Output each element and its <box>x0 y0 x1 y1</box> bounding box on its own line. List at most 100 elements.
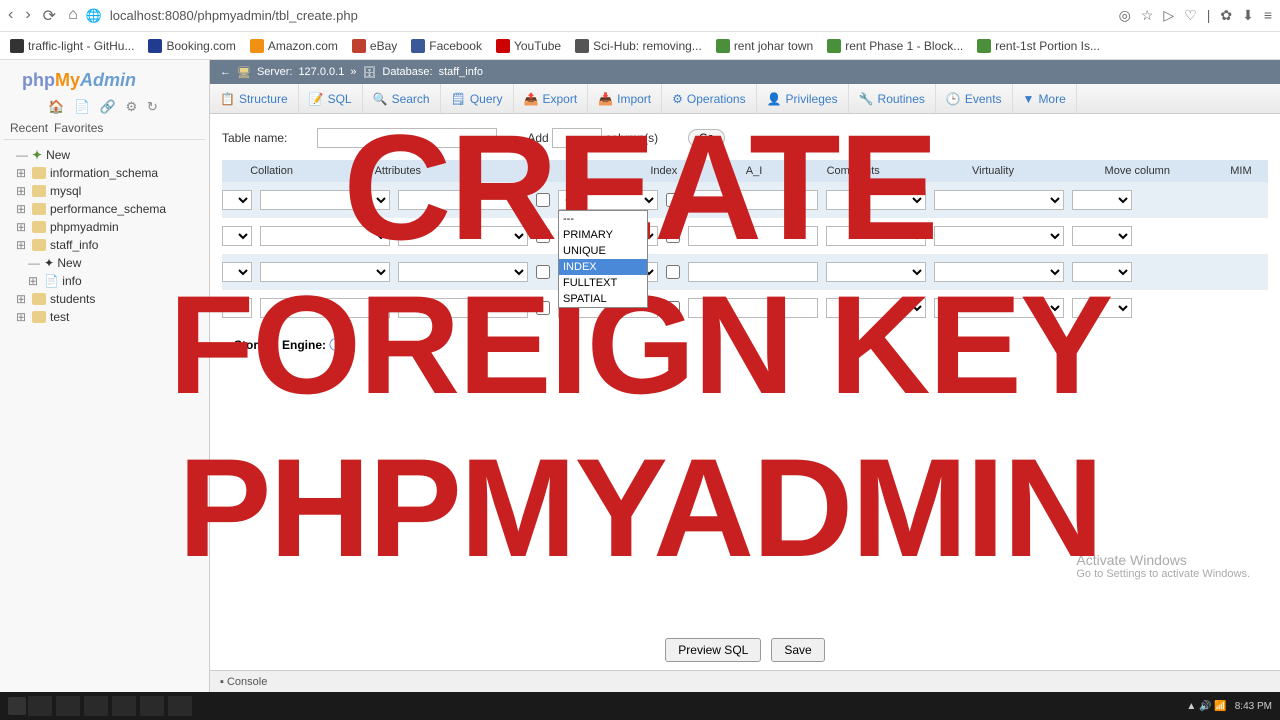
go-button[interactable]: Go <box>688 129 725 147</box>
collation-select[interactable] <box>222 226 252 246</box>
add-columns-input[interactable] <box>552 128 602 148</box>
tree-database[interactable]: ⊞phpmyadmin <box>8 218 201 236</box>
url-text[interactable]: localhost:8080/phpmyadmin/tbl_create.php <box>110 8 358 23</box>
reload-icon[interactable]: ⟳ <box>43 6 56 26</box>
tab-query[interactable]: 🗒Query <box>441 84 514 113</box>
bookmark-item[interactable]: Booking.com <box>148 39 235 53</box>
ai-checkbox[interactable] <box>666 193 680 207</box>
tab-events[interactable]: 🕒Events <box>936 84 1013 113</box>
heart-icon[interactable]: ♡ <box>1184 7 1197 24</box>
home-icon[interactable]: ⌂ <box>68 6 78 26</box>
breadcrumb-database[interactable]: staff_info <box>439 66 483 78</box>
console-bar[interactable]: ▪ Console <box>210 670 1280 692</box>
collation-select[interactable] <box>260 226 390 246</box>
bookmark-item[interactable]: rent-1st Portion Is... <box>977 39 1100 53</box>
bookmark-item[interactable]: rent johar town <box>716 39 813 53</box>
index-option[interactable]: FULLTEXT <box>559 275 647 291</box>
collation-select[interactable] <box>260 298 390 318</box>
attributes-select[interactable] <box>398 298 528 318</box>
collation-select[interactable] <box>222 262 252 282</box>
clock[interactable]: 8:43 PM <box>1235 701 1272 712</box>
move-column-select[interactable] <box>934 226 1064 246</box>
table-name-input[interactable] <box>317 128 497 148</box>
tree-database[interactable]: ⊞students <box>8 290 201 308</box>
virtuality-select[interactable] <box>826 226 926 246</box>
bookmark-item[interactable]: rent Phase 1 - Block... <box>827 39 963 53</box>
save-button[interactable]: Save <box>771 638 824 662</box>
tab-search[interactable]: 🔍Search <box>363 84 441 113</box>
comments-input[interactable] <box>688 262 818 282</box>
tab-privileges[interactable]: 👤Privileges <box>757 84 849 113</box>
tree-database[interactable]: ⊞test <box>8 308 201 326</box>
task-icon[interactable] <box>84 696 108 716</box>
tree-table[interactable]: —✦ New <box>8 254 201 272</box>
tab-import[interactable]: 📥Import <box>588 84 662 113</box>
virtuality-select[interactable] <box>826 190 926 210</box>
tab-routines[interactable]: 🔧Routines <box>849 84 936 113</box>
comments-input[interactable] <box>688 190 818 210</box>
tree-database[interactable]: ⊞mysql <box>8 182 201 200</box>
ai-checkbox[interactable] <box>666 301 680 315</box>
null-checkbox[interactable] <box>536 301 550 315</box>
sidebar-tab-recent[interactable]: Recent <box>10 121 48 135</box>
tree-table[interactable]: ⊞📄 info <box>8 272 201 290</box>
bookmark-item[interactable]: Amazon.com <box>250 39 338 53</box>
menu-icon[interactable]: ≡ <box>1264 7 1272 24</box>
move-column-select[interactable] <box>934 190 1064 210</box>
comments-input[interactable] <box>688 298 818 318</box>
ai-checkbox[interactable] <box>666 229 680 243</box>
bookmark-item[interactable]: traffic-light - GitHu... <box>10 39 134 53</box>
tree-database[interactable]: ⊞information_schema <box>8 164 201 182</box>
camera-icon[interactable]: ◎ <box>1119 7 1131 24</box>
bookmark-item[interactable]: eBay <box>352 39 397 53</box>
tab-export[interactable]: 📤Export <box>514 84 589 113</box>
index-option[interactable]: SPATIAL <box>559 291 647 307</box>
tab-operations[interactable]: ⚙Operations <box>662 84 756 113</box>
tab-structure[interactable]: 📋Structure <box>210 84 299 113</box>
star-icon[interactable]: ☆ <box>1141 7 1154 24</box>
tab-more[interactable]: ▼More <box>1013 84 1077 113</box>
preview-sql-button[interactable]: Preview SQL <box>665 638 761 662</box>
tree-database[interactable]: ⊞performance_schema <box>8 200 201 218</box>
null-checkbox[interactable] <box>536 265 550 279</box>
tree-database[interactable]: ⊞staff_info <box>8 236 201 254</box>
forward-icon[interactable]: › <box>25 6 30 26</box>
tree-new[interactable]: —✦New <box>8 146 201 164</box>
index-option[interactable]: INDEX <box>559 259 647 275</box>
play-icon[interactable]: ▷ <box>1163 7 1174 24</box>
index-select[interactable]: --- <box>558 190 658 210</box>
virtuality-select[interactable] <box>826 262 926 282</box>
extension-icon[interactable]: ✿ <box>1220 7 1232 24</box>
index-option[interactable]: PRIMARY <box>559 227 647 243</box>
task-icon[interactable] <box>168 696 192 716</box>
collation-select[interactable] <box>260 190 390 210</box>
task-icon[interactable] <box>140 696 164 716</box>
task-icon[interactable] <box>56 696 80 716</box>
mime-select[interactable] <box>1072 262 1132 282</box>
sidebar-tab-favorites[interactable]: Favorites <box>54 121 103 135</box>
tab-sql[interactable]: 📝SQL <box>299 84 363 113</box>
mime-select[interactable] <box>1072 298 1132 318</box>
virtuality-select[interactable] <box>826 298 926 318</box>
download-icon[interactable]: ⬇ <box>1242 7 1254 24</box>
nav-left-icon[interactable]: ← <box>220 66 231 78</box>
breadcrumb-server[interactable]: 127.0.0.1 <box>298 66 344 78</box>
mime-select[interactable] <box>1072 190 1132 210</box>
back-icon[interactable]: ‹ <box>8 6 13 26</box>
windows-taskbar[interactable]: ▲ 🔊 📶 8:43 PM <box>0 692 1280 720</box>
move-column-select[interactable] <box>934 262 1064 282</box>
help-icon[interactable]: ⓘ <box>329 338 341 352</box>
collation-select[interactable] <box>260 262 390 282</box>
move-column-select[interactable] <box>934 298 1064 318</box>
attributes-select[interactable] <box>398 262 528 282</box>
index-option[interactable]: UNIQUE <box>559 243 647 259</box>
comments-input[interactable] <box>688 226 818 246</box>
sidebar-quick-icons[interactable]: 🏠 📄 🔗 ⚙ ↻ <box>4 97 205 121</box>
tray-icons[interactable]: ▲ 🔊 📶 <box>1186 701 1226 712</box>
attributes-select[interactable] <box>398 226 528 246</box>
task-icon[interactable] <box>112 696 136 716</box>
bookmark-item[interactable]: YouTube <box>496 39 561 53</box>
index-option[interactable]: --- <box>559 211 647 227</box>
attributes-select[interactable] <box>398 190 528 210</box>
collation-select[interactable] <box>222 190 252 210</box>
